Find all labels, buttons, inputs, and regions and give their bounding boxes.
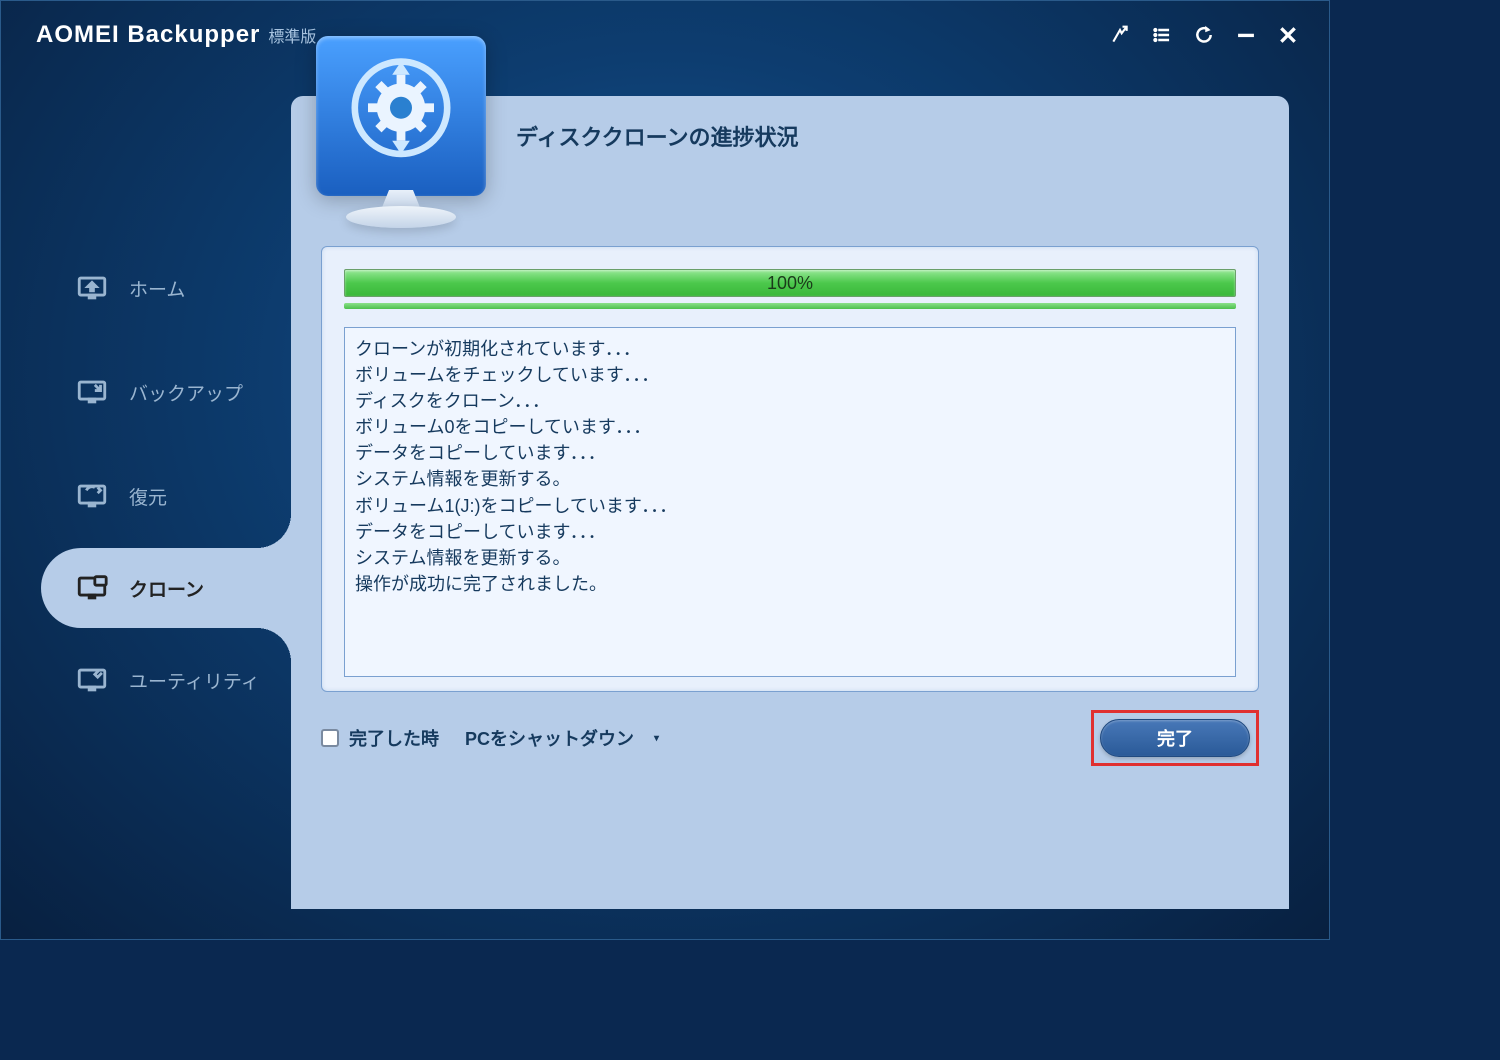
log-line: ボリュームをチェックしています．．． (355, 362, 1225, 388)
sidebar-item-clone[interactable]: クローン (41, 548, 291, 628)
log-line: データをコピーしています．．． (355, 440, 1225, 466)
backup-icon (73, 373, 111, 411)
utility-icon (73, 661, 111, 699)
minimize-icon[interactable] (1235, 24, 1257, 46)
sidebar-item-label: ユーティリティ (129, 667, 260, 694)
log-line: ディスクをクローン．．． (355, 388, 1225, 414)
sidebar-item-home[interactable]: ホーム (1, 236, 291, 340)
progress-bar-secondary (344, 303, 1236, 309)
chevron-down-icon[interactable]: ▾ (654, 733, 659, 744)
log-line: ボリューム1(J:)をコピーしています．．． (355, 493, 1225, 519)
content-panel: ディスククローンの進捗状況 100% クローンが初期化されています．．．ボリュー… (291, 96, 1289, 909)
upgrade-icon[interactable] (1109, 24, 1131, 46)
log-line: システム情報を更新する。 (355, 545, 1225, 571)
log-line: システム情報を更新する。 (355, 466, 1225, 492)
progress-panel: 100% クローンが初期化されています．．．ボリュームをチェックしています．．．… (321, 246, 1259, 692)
app-name: AOMEI Backupper (36, 21, 260, 49)
log-line: 操作が成功に完了されました。 (355, 571, 1225, 597)
shutdown-checkbox[interactable] (321, 729, 339, 747)
log-line: クローンが初期化されています．．． (355, 336, 1225, 362)
log-line: ボリューム0をコピーしています．．． (355, 414, 1225, 440)
sidebar-item-utility[interactable]: ユーティリティ (1, 628, 291, 732)
progress-text: 100% (767, 273, 813, 294)
shutdown-dropdown[interactable]: PCをシャットダウン (465, 725, 634, 751)
finish-button-label: 完了 (1157, 725, 1193, 751)
log-line: データをコピーしています．．． (355, 519, 1225, 545)
sidebar-item-label: クローン (129, 575, 204, 602)
page-title: ディスククローンの進捗状況 (516, 120, 798, 152)
sidebar-item-label: 復元 (129, 483, 167, 510)
home-icon (73, 269, 111, 307)
finish-button-highlight: 完了 (1091, 710, 1259, 766)
sidebar-item-label: ホーム (129, 275, 185, 302)
sidebar: ホーム バックアップ 復元 クローン ユーティリティ (1, 61, 291, 929)
menu-icon[interactable] (1151, 24, 1173, 46)
sidebar-item-label: バックアップ (129, 379, 243, 406)
refresh-icon[interactable] (1193, 24, 1215, 46)
monitor-icon (316, 36, 486, 196)
clone-icon (73, 569, 111, 607)
finish-button[interactable]: 完了 (1100, 719, 1250, 757)
sidebar-item-restore[interactable]: 復元 (1, 444, 291, 548)
progress-bar: 100% (344, 269, 1236, 297)
app-edition: 標準版 (268, 23, 316, 47)
log-output: クローンが初期化されています．．．ボリュームをチェックしています．．．ディスクを… (344, 327, 1236, 677)
checkbox-label-prefix: 完了した時 (349, 725, 439, 751)
restore-icon (73, 477, 111, 515)
close-icon[interactable] (1277, 24, 1299, 46)
sidebar-item-backup[interactable]: バックアップ (1, 340, 291, 444)
